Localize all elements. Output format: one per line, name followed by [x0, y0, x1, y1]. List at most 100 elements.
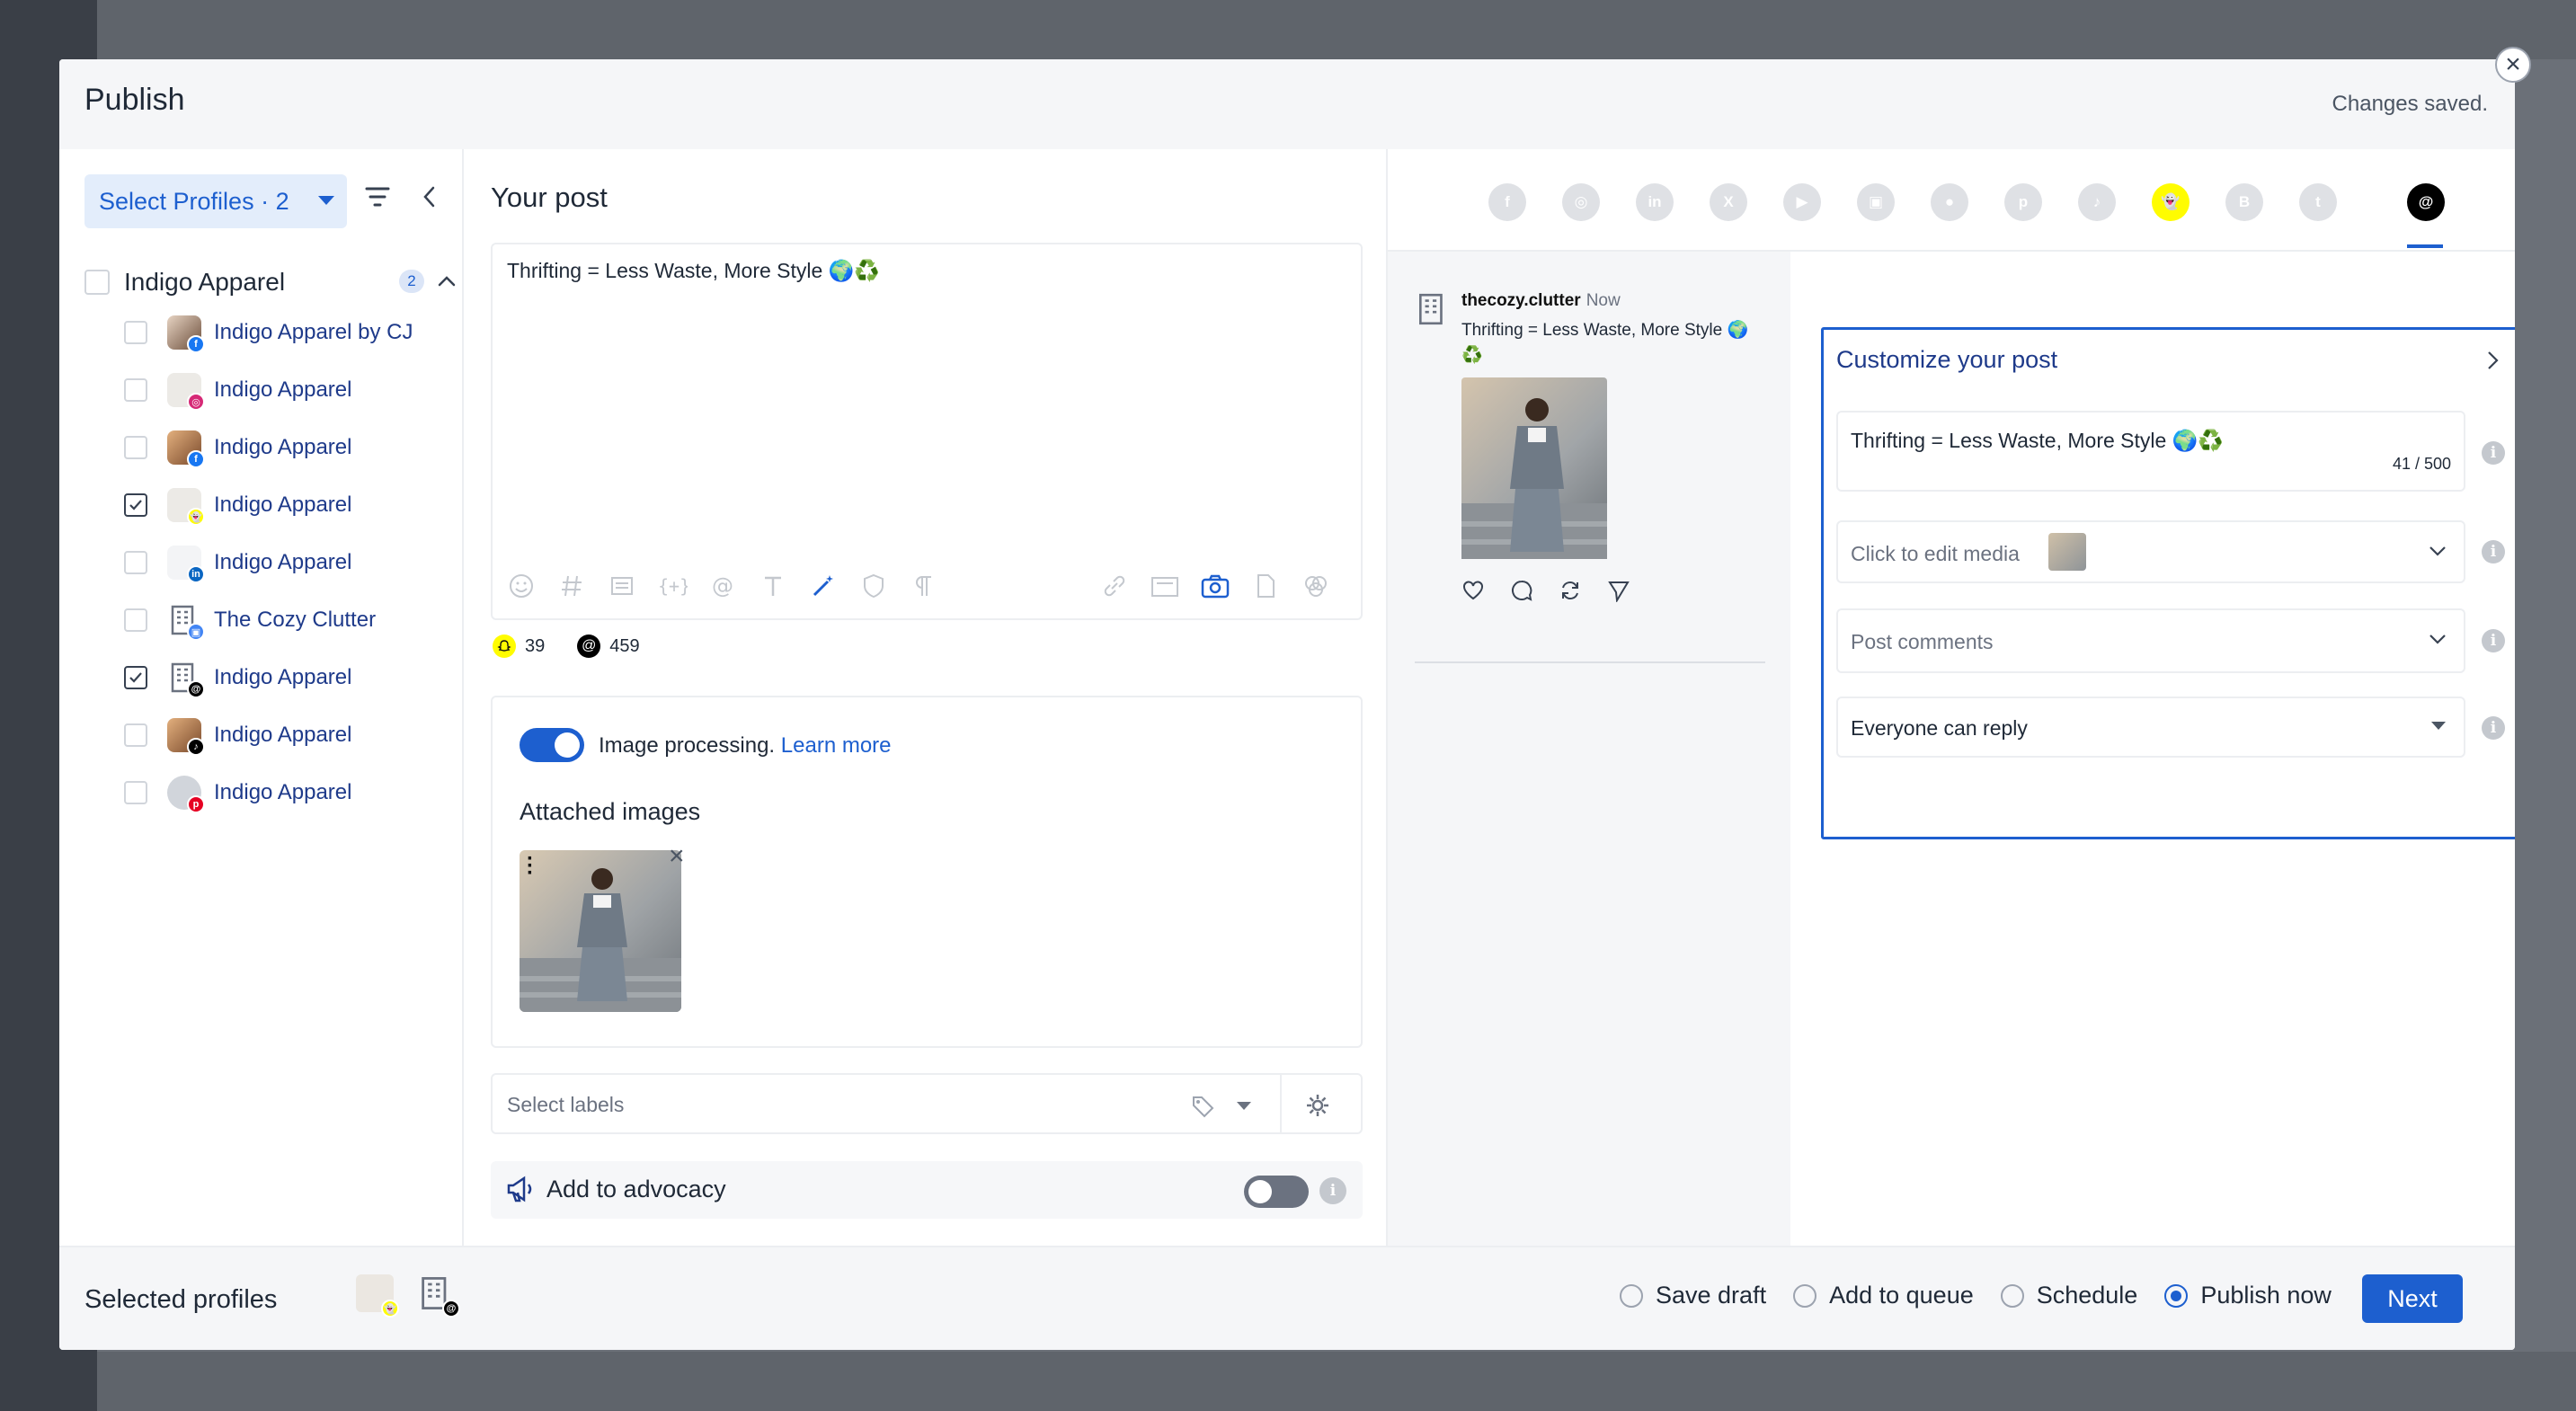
info-icon[interactable]: i	[2482, 441, 2505, 465]
chevron-up-icon[interactable]	[437, 271, 457, 291]
threads-icon[interactable]: @	[2407, 183, 2445, 221]
profile-checkbox[interactable]	[124, 608, 147, 632]
active-tab-indicator	[2407, 244, 2443, 248]
bluesky-icon[interactable]: B	[2225, 183, 2263, 221]
facebook-icon[interactable]: f	[1488, 183, 1526, 221]
profile-name: Indigo Apparel	[214, 780, 352, 804]
variable-icon[interactable]: {+}	[656, 570, 688, 602]
advocacy-toggle[interactable]	[1244, 1176, 1309, 1208]
preview-actions	[1461, 579, 1656, 602]
profile-row[interactable]: @ Indigo Apparel	[124, 658, 448, 698]
profile-group-indigo-apparel[interactable]: Indigo Apparel 2	[84, 264, 462, 300]
add-to-queue-option[interactable]: Add to queue	[1793, 1282, 1974, 1309]
profile-row[interactable]: f Indigo Apparel by CJ	[124, 313, 448, 353]
radio-button[interactable]	[1793, 1283, 1817, 1308]
image-options-icon[interactable]: · · ·	[527, 848, 536, 884]
chevron-right-icon[interactable]	[2483, 350, 2501, 371]
snapchat-icon[interactable]: 👻	[2152, 183, 2190, 221]
toggle-knob	[555, 732, 580, 758]
google-business-icon[interactable]: ▣	[1857, 183, 1895, 221]
profile-checkbox[interactable]	[124, 781, 147, 804]
profile-name: Indigo Apparel	[214, 723, 352, 747]
select-profiles-button[interactable]: Select Profiles · 2	[84, 174, 347, 228]
reply-setting-select[interactable]: Everyone can reply	[1836, 697, 2465, 758]
reddit-icon[interactable]: ●	[1931, 183, 1968, 221]
link-icon[interactable]	[1098, 570, 1131, 602]
radio-button[interactable]	[1620, 1283, 1643, 1308]
caret-down-icon	[2431, 722, 2446, 730]
chevron-left-icon[interactable]	[419, 185, 440, 209]
labels-select[interactable]: Select labels	[491, 1073, 1363, 1134]
profile-checkbox-checked[interactable]	[124, 493, 147, 517]
hashtag-icon[interactable]	[555, 570, 588, 602]
post-text: Thrifting = Less Waste, More Style 🌍♻️	[507, 259, 880, 282]
learn-more-link[interactable]: Learn more	[781, 733, 892, 758]
profile-checkbox[interactable]	[124, 321, 147, 344]
profile-checkbox[interactable]	[124, 436, 147, 459]
person-photo	[520, 868, 681, 1012]
modal-header: Publish Changes saved.	[59, 59, 2515, 149]
profile-row[interactable]: ♪ Indigo Apparel	[124, 715, 448, 756]
profile-checkbox[interactable]	[124, 378, 147, 402]
customize-text-field[interactable]: Thrifting = Less Waste, More Style 🌍♻️ 4…	[1836, 411, 2465, 492]
preview-time: Now	[1586, 291, 1621, 310]
attached-image-thumbnail[interactable]	[520, 850, 681, 1012]
instagram-icon[interactable]: ◎	[1562, 183, 1600, 221]
mention-icon[interactable]: @	[706, 570, 739, 602]
emoji-icon[interactable]	[505, 570, 537, 602]
comment-icon	[1512, 580, 1532, 601]
info-icon[interactable]: i	[2482, 540, 2505, 564]
next-button[interactable]: Next	[2362, 1274, 2463, 1323]
ai-magic-wand-icon[interactable]	[807, 570, 839, 602]
tumblr-icon[interactable]: t	[2299, 183, 2337, 221]
group-checkbox[interactable]	[84, 270, 110, 295]
post-comments-placeholder: Post comments	[1851, 630, 1994, 653]
save-draft-option[interactable]: Save draft	[1620, 1282, 1766, 1309]
document-icon[interactable]	[1249, 570, 1282, 602]
info-icon[interactable]: i	[1319, 1177, 1346, 1204]
snippet-icon[interactable]	[606, 570, 638, 602]
paragraph-icon[interactable]	[908, 570, 940, 602]
profile-checkbox[interactable]	[124, 723, 147, 747]
edit-media-field[interactable]: Click to edit media	[1836, 520, 2465, 583]
gif-icon[interactable]	[1149, 570, 1181, 602]
linkedin-icon[interactable]: in	[1636, 183, 1674, 221]
repost-icon	[1562, 581, 1578, 599]
customize-title: Customize your post	[1836, 346, 2058, 373]
x-icon[interactable]: X	[1710, 183, 1747, 221]
pinterest-icon[interactable]: p	[2004, 183, 2042, 221]
text-format-icon[interactable]	[757, 570, 789, 602]
camera-icon[interactable]	[1199, 570, 1231, 602]
profile-checkbox-checked[interactable]	[124, 666, 147, 689]
image-processing-toggle[interactable]	[520, 728, 584, 762]
profile-checkbox[interactable]	[124, 551, 147, 574]
info-icon[interactable]: i	[2482, 716, 2505, 740]
info-icon[interactable]: i	[2482, 629, 2505, 652]
radio-button-selected[interactable]	[2164, 1283, 2189, 1308]
radio-button[interactable]	[2000, 1283, 2024, 1308]
profile-row[interactable]: ◎ Indigo Apparel	[124, 370, 448, 411]
shield-icon[interactable]	[857, 570, 890, 602]
selected-profile-avatar[interactable]: 👻	[356, 1274, 399, 1318]
gear-icon[interactable]	[1305, 1093, 1330, 1118]
close-modal-button[interactable]: ×	[2495, 47, 2531, 83]
remove-image-icon[interactable]: ×	[669, 841, 685, 872]
profile-row[interactable]: 👻 Indigo Apparel	[124, 485, 448, 526]
schedule-option[interactable]: Schedule	[2000, 1282, 2137, 1309]
filter-icon[interactable]	[365, 185, 390, 209]
customize-post-panel: Customize your post Thrifting = Less Was…	[1821, 327, 2515, 839]
caret-down-icon[interactable]	[1235, 1100, 1253, 1113]
profile-row[interactable]: ▣ The Cozy Clutter	[124, 600, 448, 641]
tiktok-icon[interactable]: ♪	[2078, 183, 2116, 221]
google-business-icon: ▣	[187, 623, 205, 641]
tags-icon[interactable]	[1190, 1093, 1217, 1120]
selected-profile-avatar[interactable]: @	[417, 1274, 460, 1318]
profile-row[interactable]: f Indigo Apparel	[124, 428, 448, 468]
post-textarea[interactable]: Thrifting = Less Waste, More Style 🌍♻️ {…	[491, 243, 1363, 620]
profile-row[interactable]: in Indigo Apparel	[124, 543, 448, 583]
publish-now-option[interactable]: Publish now	[2164, 1282, 2332, 1309]
canva-icon[interactable]	[1300, 570, 1332, 602]
profile-row[interactable]: p Indigo Apparel	[124, 773, 448, 813]
post-comments-field[interactable]: Post comments	[1836, 608, 2465, 673]
youtube-icon[interactable]: ▶	[1783, 183, 1821, 221]
